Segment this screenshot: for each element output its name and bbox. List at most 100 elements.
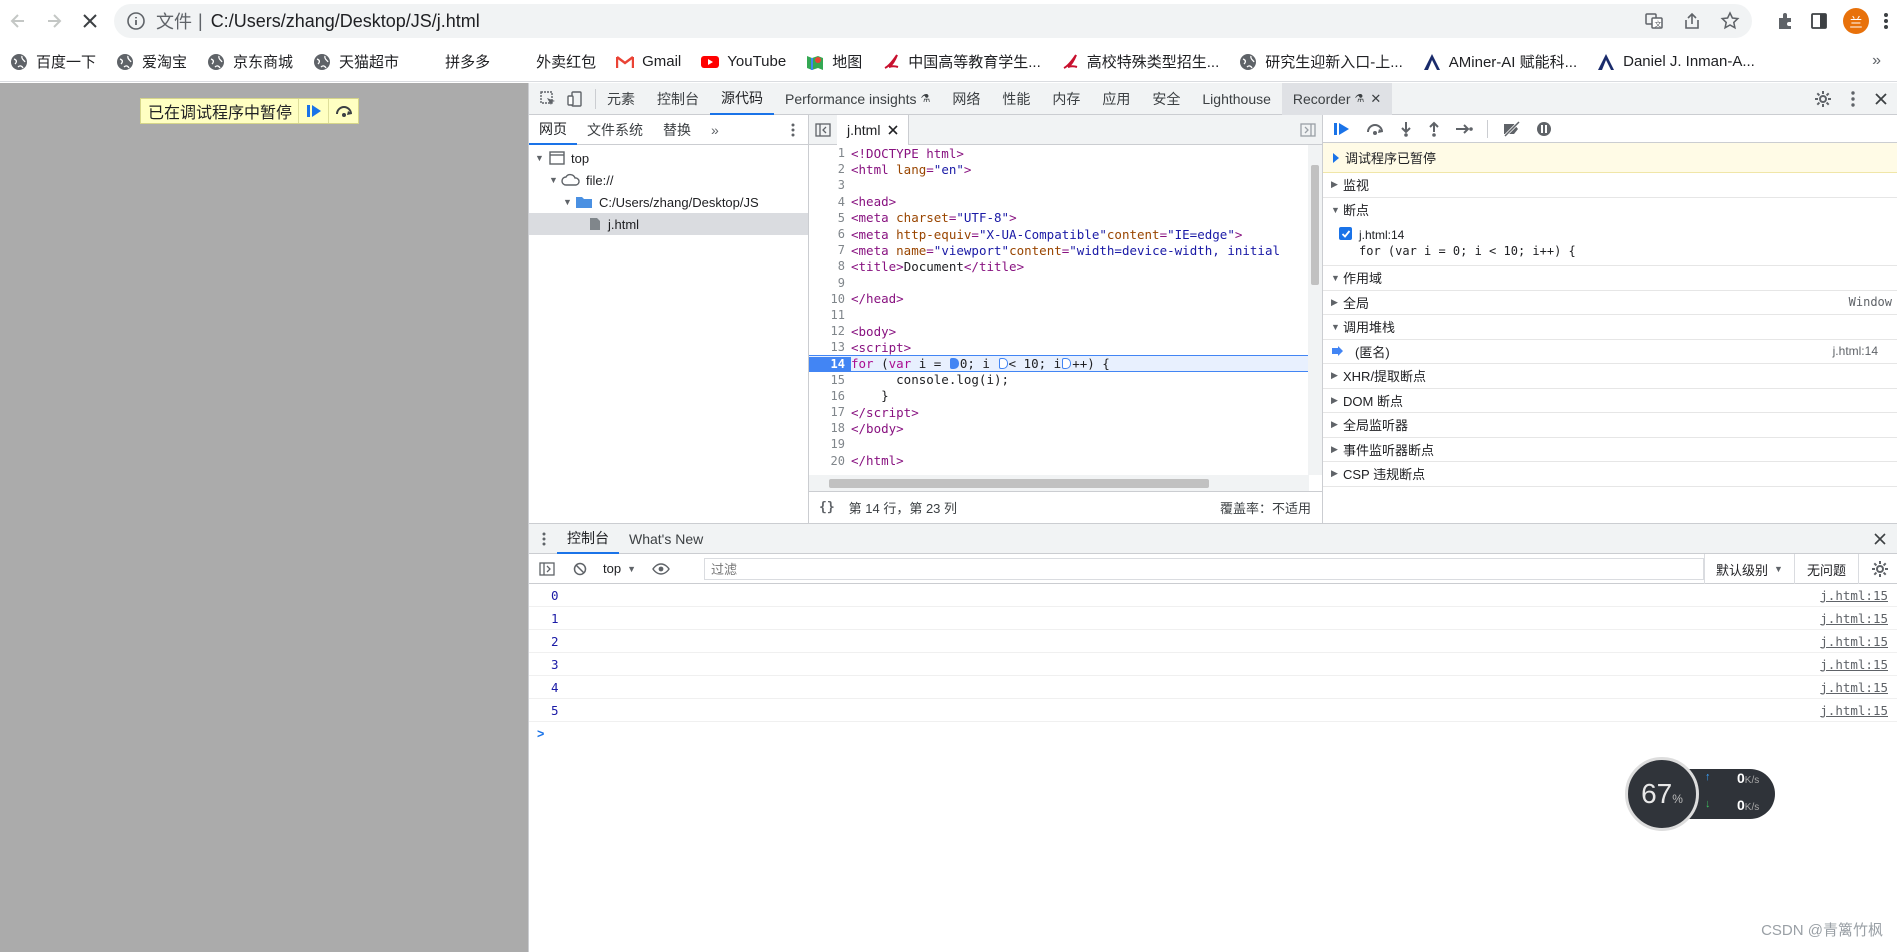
network-speed-widget[interactable]: 67 % ↑ 0K/s ↓ 0K/s	[1625, 757, 1775, 831]
editor-horizontal-scrollbar[interactable]	[809, 475, 1309, 491]
breakpoint-item[interactable]: j.html:14 for (var i = 0; i < 10; i++) {	[1323, 222, 1897, 266]
log-level-selector[interactable]: 默认级别 ▼	[1704, 554, 1794, 584]
devtools-tab[interactable]: 应用	[1091, 83, 1141, 115]
step-over-icon[interactable]	[1365, 121, 1385, 137]
pretty-print-button[interactable]: {}	[819, 500, 835, 515]
bookmarks-more-button[interactable]: »	[1872, 52, 1881, 70]
close-drawer-icon[interactable]	[1874, 532, 1886, 545]
share-icon[interactable]	[1682, 11, 1702, 31]
drawer-menu-icon[interactable]	[541, 531, 547, 547]
context-selector[interactable]: top ▼	[603, 561, 636, 576]
console-prompt[interactable]: >	[529, 722, 1897, 745]
step-into-icon[interactable]	[1399, 121, 1413, 137]
bookmark-star-icon[interactable]	[1720, 11, 1740, 31]
bookmark-item[interactable]: 爱淘宝	[106, 48, 197, 76]
console-log-source-link[interactable]: j.html:15	[1820, 680, 1888, 695]
console-log-source-link[interactable]: j.html:15	[1820, 703, 1888, 718]
console-log-source-link[interactable]: j.html:15	[1820, 611, 1888, 626]
section-call-stack[interactable]: ▼ 调用堆栈	[1323, 315, 1897, 340]
console-log-source-link[interactable]: j.html:15	[1820, 657, 1888, 672]
address-bar[interactable]: 文件 | C:/Users/zhang/Desktop/JS/j.html 文	[114, 4, 1752, 38]
pause-on-exceptions-icon[interactable]	[1536, 121, 1552, 137]
scrollbar-thumb[interactable]	[1311, 165, 1319, 285]
side-panel-icon[interactable]	[1809, 11, 1829, 31]
coverage-status[interactable]: 覆盖率：不适用	[1220, 498, 1311, 517]
section-watch[interactable]: ▶ 监视	[1323, 173, 1897, 198]
bookmark-item[interactable]: YouTube	[691, 48, 796, 76]
deactivate-breakpoints-icon[interactable]	[1502, 120, 1522, 137]
call-frame-location[interactable]: j.html:14	[1833, 344, 1878, 358]
step-over-button[interactable]	[328, 99, 358, 123]
tree-item-top[interactable]: ▼ top	[529, 147, 808, 169]
devtools-tab[interactable]: Lighthouse	[1191, 83, 1282, 115]
stop-button[interactable]	[72, 3, 108, 39]
devtools-tab[interactable]: 性能	[991, 83, 1041, 115]
tree-item-folder[interactable]: ▼ C:/Users/zhang/Desktop/JS	[529, 191, 808, 213]
code-lines[interactable]: 1 <!DOCTYPE html> 2 <html lang = "en" > 3 4 <h…	[809, 145, 1309, 475]
device-toolbar-button[interactable]	[563, 88, 596, 109]
devtools-tab[interactable]: 源代码	[710, 83, 774, 115]
bookmark-item[interactable]: 地图	[796, 48, 872, 76]
console-log-source-link[interactable]: j.html:15	[1820, 634, 1888, 649]
close-tab-icon[interactable]: ✕	[1370, 91, 1381, 107]
devtools-tab[interactable]: Recorder ⚗ ✕	[1281, 82, 1393, 115]
nav-tab-overrides[interactable]: 替换	[653, 115, 701, 145]
scrollbar-thumb[interactable]	[829, 479, 1209, 488]
toggle-debugger-icon[interactable]	[1300, 122, 1316, 137]
bookmark-item[interactable]: 天猫超市	[303, 48, 409, 76]
settings-gear-icon[interactable]	[1814, 90, 1832, 108]
section-event-listener-breakpoints[interactable]: ▶ 事件监听器断点	[1323, 438, 1897, 462]
step-out-icon[interactable]	[1427, 121, 1441, 137]
tree-item-file[interactable]: j.html	[529, 213, 808, 235]
bookmark-item[interactable]: 研究生迎新入口-上...	[1229, 48, 1413, 76]
close-tab-icon[interactable]	[888, 124, 899, 135]
step-icon[interactable]	[1455, 121, 1473, 137]
bookmark-item[interactable]: 外卖红包	[500, 48, 606, 76]
resume-icon[interactable]	[1333, 121, 1351, 137]
bookmark-item[interactable]: Daniel J. Inman-A...	[1587, 48, 1765, 76]
forward-button[interactable]	[36, 3, 72, 39]
drawer-tab-whats-new[interactable]: What's New	[619, 524, 713, 554]
devtools-tab[interactable]: 网络	[941, 83, 991, 115]
bookmark-item[interactable]: 百度一下	[0, 48, 106, 76]
section-global-listeners[interactable]: ▶ 全局监听器	[1323, 413, 1897, 438]
nav-tab-page[interactable]: 网页	[529, 115, 577, 145]
devtools-tab[interactable]: 元素	[596, 83, 646, 115]
bookmark-item[interactable]: 高校特殊类型招生...	[1051, 48, 1230, 76]
editor-vertical-scrollbar[interactable]	[1308, 145, 1322, 475]
bookmark-item[interactable]: Gmail	[606, 48, 691, 76]
bookmark-item[interactable]: AMiner-AI 赋能科...	[1413, 48, 1587, 76]
console-settings-gear-icon[interactable]	[1871, 560, 1889, 578]
translate-icon[interactable]: 文	[1644, 11, 1664, 31]
profile-avatar[interactable]: 兰	[1843, 8, 1869, 34]
current-line-number[interactable]: 14	[809, 356, 851, 371]
resume-button[interactable]	[298, 99, 328, 123]
url-text[interactable]: C:/Users/zhang/Desktop/JS/j.html	[211, 11, 480, 32]
console-filter-input[interactable]	[704, 558, 1704, 580]
devtools-tab[interactable]: 内存	[1041, 83, 1091, 115]
devtools-tab[interactable]: 控制台	[646, 83, 710, 115]
section-dom-breakpoints[interactable]: ▶ DOM 断点	[1323, 389, 1897, 413]
back-button[interactable]	[0, 3, 36, 39]
console-sidebar-icon[interactable]	[539, 561, 555, 576]
devtools-tab[interactable]: 安全	[1141, 83, 1191, 115]
call-frame-row[interactable]: (匿名) j.html:14	[1323, 340, 1897, 364]
breakpoint-checkbox[interactable]	[1339, 227, 1352, 240]
extensions-icon[interactable]	[1775, 11, 1795, 31]
devtools-tab[interactable]: Performance insights ⚗	[774, 83, 941, 115]
inspect-element-button[interactable]	[529, 83, 563, 115]
section-xhr-breakpoints[interactable]: ▶ XHR/提取断点	[1323, 364, 1897, 389]
issues-button[interactable]: 无问题	[1794, 554, 1859, 584]
section-csp-breakpoints[interactable]: ▶ CSP 违规断点	[1323, 462, 1897, 487]
more-vert-icon[interactable]	[1850, 90, 1856, 108]
toggle-navigator-button[interactable]	[809, 115, 837, 145]
clear-console-icon[interactable]	[573, 562, 587, 576]
console-log-source-link[interactable]: j.html:15	[1820, 588, 1888, 603]
scope-global-row[interactable]: ▶ 全局 Window	[1323, 291, 1897, 315]
live-expression-eye-icon[interactable]	[652, 562, 670, 575]
inline-breakpoint-marker[interactable]	[998, 358, 1008, 370]
close-devtools-icon[interactable]	[1874, 92, 1888, 106]
drawer-tab-console[interactable]: 控制台	[557, 524, 619, 554]
section-breakpoints[interactable]: ▼ 断点	[1323, 198, 1897, 223]
more-vert-icon[interactable]	[790, 122, 796, 138]
